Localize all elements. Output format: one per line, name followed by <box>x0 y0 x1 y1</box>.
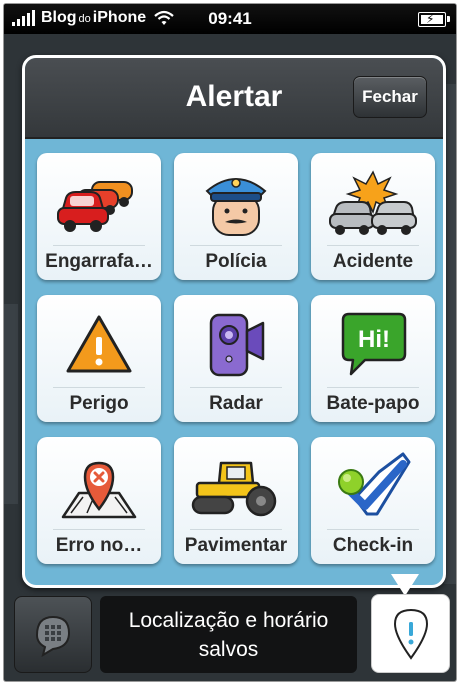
check-in-icon <box>311 447 435 527</box>
alert-label: Perigo <box>69 393 129 414</box>
alert-map-error[interactable]: Erro no… <box>37 437 161 564</box>
report-pin-icon <box>393 608 428 660</box>
dialog-header: Alertar Fechar <box>25 58 443 139</box>
alert-speed-camera[interactable]: Radar <box>174 295 298 422</box>
alert-label: Polícia <box>205 251 267 272</box>
alert-label: Erro no… <box>55 535 143 556</box>
alert-label: Radar <box>209 393 263 414</box>
alert-chat[interactable]: Hi! Bate-papo <box>311 295 435 422</box>
status-bar: Blog do iPhone 09:41 ⚡ <box>4 4 456 34</box>
alert-accident[interactable]: Acidente <box>311 153 435 280</box>
alert-label: Engarrafa… <box>45 251 153 272</box>
status-toast: Localização e horário salvos <box>100 596 357 673</box>
battery-charging-icon: ⚡ <box>418 12 450 27</box>
alert-label: Pavimentar <box>184 535 288 556</box>
bottom-bar: Localização e horário salvos <box>4 590 456 681</box>
app-screen: Blog do iPhone 09:41 ⚡ Alertar Fechar En… <box>4 4 456 681</box>
menu-button[interactable] <box>14 596 92 673</box>
road-roller-icon <box>174 447 298 527</box>
alert-check-in[interactable]: Check-in <box>311 437 435 564</box>
toast-line-1: Localização e horário <box>128 608 329 632</box>
wazer-menu-icon <box>35 615 71 657</box>
alert-dialog: Alertar Fechar Engarrafa… Polícia Aciden… <box>22 55 446 588</box>
police-icon <box>174 163 298 243</box>
alert-traffic-jam[interactable]: Engarrafa… <box>37 153 161 280</box>
hazard-icon <box>37 305 161 385</box>
alert-label: Check-in <box>332 535 414 556</box>
alert-label: Acidente <box>332 251 414 272</box>
report-button[interactable] <box>371 594 450 673</box>
alert-label: Bate-papo <box>326 393 420 414</box>
map-error-icon <box>37 447 161 527</box>
alert-police[interactable]: Polícia <box>174 153 298 280</box>
chat-bubble-icon: Hi! <box>311 305 435 385</box>
toast-line-2: salvos <box>198 637 259 661</box>
alert-pave[interactable]: Pavimentar <box>174 437 298 564</box>
status-time: 09:41 <box>208 9 252 28</box>
speed-camera-icon <box>174 305 298 385</box>
alert-hazard[interactable]: Perigo <box>37 295 161 422</box>
traffic-jam-icon <box>37 163 161 243</box>
accident-icon <box>311 163 435 243</box>
svg-text:Hi!: Hi! <box>358 326 390 353</box>
close-button[interactable]: Fechar <box>353 76 427 118</box>
